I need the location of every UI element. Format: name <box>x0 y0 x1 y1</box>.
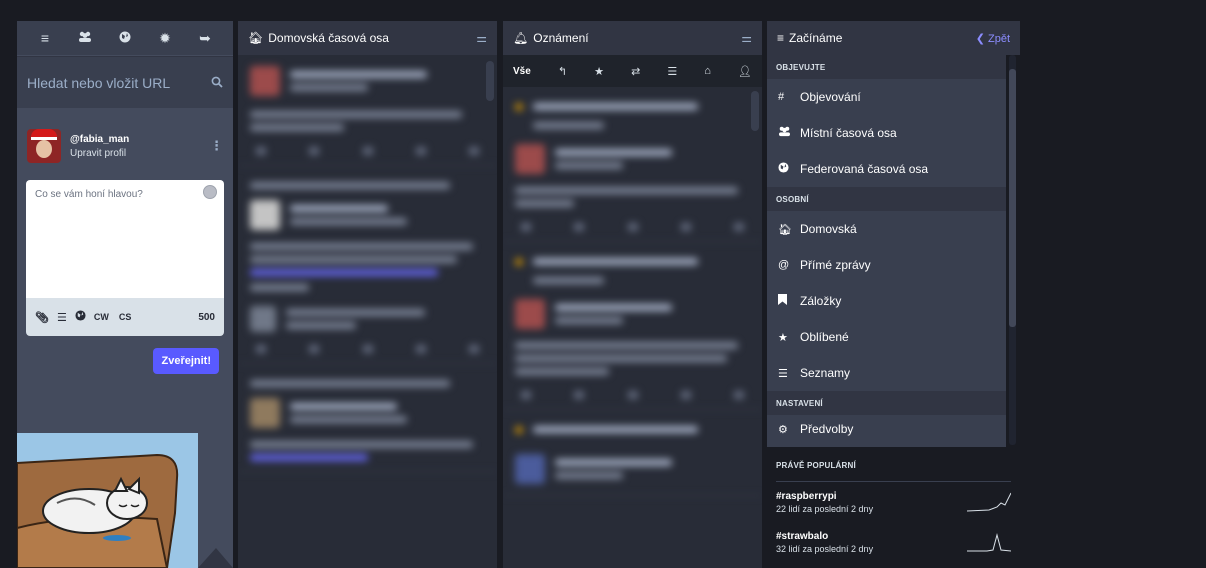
search-input[interactable]: Hledat nebo vložit URL <box>27 75 211 91</box>
search-bar[interactable]: Hledat nebo vložit URL <box>17 56 233 108</box>
poll-icon[interactable]: ☰ <box>57 311 67 324</box>
menu-scroll-thumb[interactable] <box>1009 69 1016 327</box>
home-column-header[interactable]: 🏠︎ Domovská časová osa ⚌ <box>238 21 497 55</box>
character-counter: 500 <box>198 311 215 323</box>
notifications-feed[interactable] <box>503 87 762 496</box>
drawer-nav-bar: ≡ ✹ ➥ <box>17 21 233 55</box>
menu-item-local-timeline[interactable]: Místní časová osa <box>767 115 1006 151</box>
trend-count: 22 lidí za poslední 2 dny <box>776 503 874 514</box>
at-icon: @ <box>778 259 790 271</box>
menu-item-explore[interactable]: # Objevování <box>767 79 1006 115</box>
home-icon: 🏠︎ <box>248 31 264 45</box>
menu-item-preferences[interactable]: ⚙ Předvolby <box>767 415 1006 443</box>
list-icon: ☰ <box>778 367 788 380</box>
avatar[interactable] <box>27 129 61 163</box>
menu-item-home[interactable]: 🏠︎ Domovská <box>767 211 1006 247</box>
compose-toolbar: 📎︎ ☰ CW CS 500 <box>26 298 224 336</box>
cw-toggle[interactable]: CW <box>94 312 109 322</box>
menu-item-federated-timeline[interactable]: Federovaná časová osa <box>767 151 1006 187</box>
menu-item-label: Seznamy <box>800 366 851 380</box>
globe-icon[interactable] <box>75 310 86 324</box>
trend-item[interactable]: #raspberrypi 22 lidí za poslední 2 dny <box>776 482 1011 522</box>
globe-icon <box>778 162 794 176</box>
star-icon[interactable]: ★ <box>594 65 604 78</box>
section-settings: NASTAVENÍ <box>767 391 1006 415</box>
users-icon[interactable] <box>75 30 95 46</box>
back-button[interactable]: ❮ Zpět <box>976 32 1010 45</box>
edit-profile-link[interactable]: Upravit profil <box>70 148 210 159</box>
home-icon[interactable]: ⌂ <box>704 65 711 77</box>
compose-drawer: ≡ ✹ ➥ Hledat nebo vložit URL @fabia_man … <box>17 21 233 568</box>
menu-item-direct-messages[interactable]: @ Přímé zprávy <box>767 247 1006 283</box>
trend-count: 32 lidí za poslední 2 dny <box>776 543 874 554</box>
publish-button[interactable]: Zveřejnit! <box>153 348 219 374</box>
sliders-icon[interactable]: ⚌ <box>741 31 752 45</box>
trend-item[interactable]: #strawbalo 32 lidí za poslední 2 dny <box>776 522 1011 562</box>
getting-started-menu: OBJEVUJTE # Objevování Místní časová osa… <box>767 55 1006 447</box>
trend-tag[interactable]: #strawbalo <box>776 531 967 542</box>
retweet-icon[interactable]: ⇄ <box>631 65 640 78</box>
section-personal: OSOBNÍ <box>767 187 1006 211</box>
compose-placeholder: Co se vám honí hlavou? <box>35 189 143 200</box>
filter-all[interactable]: Vše <box>513 66 531 77</box>
reply-icon[interactable]: ↰ <box>558 65 567 78</box>
menu-item-label: Federovaná časová osa <box>800 162 929 176</box>
kebab-menu-icon[interactable]: ⋮ <box>210 138 223 154</box>
globe-icon[interactable] <box>115 30 135 46</box>
home-icon: 🏠︎ <box>778 223 792 236</box>
emoji-picker-icon[interactable] <box>203 185 217 199</box>
menu-icon[interactable]: ≡ <box>35 30 55 46</box>
users-icon <box>778 126 794 140</box>
trends-panel: PRÁVĚ POPULÁRNÍ #raspberrypi 22 lidí za … <box>767 447 1020 562</box>
menu-item-lists[interactable]: ☰ Seznamy <box>767 355 1006 391</box>
star-icon: ★ <box>778 331 788 344</box>
home-timeline-column: 🏠︎ Domovská časová osa ⚌ <box>238 21 497 568</box>
notifications-scrollbar[interactable] <box>751 91 759 131</box>
trend-tag[interactable]: #raspberrypi <box>776 491 967 502</box>
notifications-column-title: Oznámení <box>533 31 589 45</box>
getting-started-column: ≡ Začínáme ❮ Zpět OBJEVUJTE # Objevování… <box>767 21 1020 568</box>
section-discover: OBJEVUJTE <box>767 55 1006 79</box>
getting-started-title: Začínáme <box>789 31 843 45</box>
home-feed[interactable] <box>238 55 497 472</box>
account-header: @fabia_man Upravit profil ⋮ <box>17 108 233 170</box>
menu-item-label: Přímé zprávy <box>800 258 871 272</box>
menu-item-bookmarks[interactable]: Záložky <box>767 283 1006 319</box>
trend-sparkline <box>967 492 1011 512</box>
mascot-illustration <box>17 433 233 568</box>
bell-icon: 🔔︎ <box>513 31 529 45</box>
menu-item-label: Domovská <box>800 222 857 236</box>
menu-item-label: Oblíbené <box>800 330 849 344</box>
home-scrollbar[interactable] <box>486 61 494 101</box>
bookmark-icon <box>778 294 794 308</box>
menu-item-favourites[interactable]: ★ Oblíbené <box>767 319 1006 355</box>
menu-item-label: Záložky <box>800 294 842 308</box>
notifications-column-header[interactable]: 🔔︎ Oznámení ⚌ <box>503 21 762 55</box>
paperclip-icon[interactable]: 📎︎ <box>35 311 49 324</box>
notifications-column: 🔔︎ Oznámení ⚌ Vše ↰ ★ ⇄ ☰ ⌂ 👤︎ <box>503 21 762 568</box>
trends-title: PRÁVĚ POPULÁRNÍ <box>776 447 1011 482</box>
menu-item-label: Místní časová osa <box>800 126 897 140</box>
trend-sparkline <box>967 533 1011 552</box>
compose-textarea[interactable]: Co se vám honí hlavou? <box>26 180 224 298</box>
back-label: Zpět <box>987 32 1010 45</box>
menu-icon: ≡ <box>777 31 785 45</box>
getting-started-header: ≡ Začínáme ❮ Zpět <box>767 21 1020 55</box>
user-plus-icon[interactable]: 👤︎ <box>738 65 752 78</box>
menu-item-label: Předvolby <box>800 422 854 436</box>
notification-filter-bar: Vše ↰ ★ ⇄ ☰ ⌂ 👤︎ <box>503 55 762 87</box>
poll-icon[interactable]: ☰ <box>667 65 677 78</box>
sliders-icon[interactable]: ⚌ <box>476 31 487 45</box>
menu-item-label: Objevování <box>800 90 861 104</box>
home-column-title: Domovská časová osa <box>268 31 389 45</box>
sign-out-icon[interactable]: ➥ <box>195 30 215 47</box>
cogs-icon: ⚙ <box>778 423 788 436</box>
hashtag-icon: # <box>778 91 785 103</box>
language-toggle[interactable]: CS <box>119 312 132 322</box>
account-handle[interactable]: @fabia_man <box>70 134 210 145</box>
gear-icon[interactable]: ✹ <box>155 30 175 47</box>
search-icon <box>211 75 223 91</box>
